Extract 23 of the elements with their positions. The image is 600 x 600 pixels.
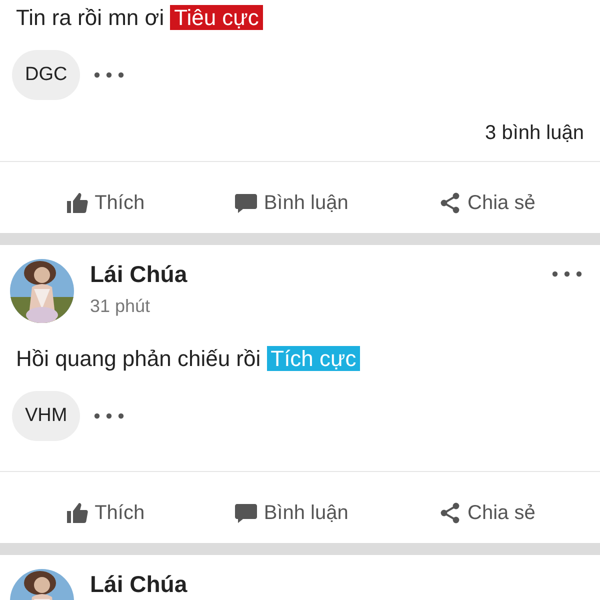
thumbs-up-icon	[64, 191, 89, 215]
post-time: 31 phút	[90, 296, 152, 317]
stock-chip[interactable]: DGC	[12, 50, 80, 100]
post-text: Hồi quang phản chiếu rồi	[16, 346, 261, 371]
sentiment-tag: Tiêu cực	[170, 5, 263, 30]
speech-bubble-icon	[234, 191, 258, 215]
share-button[interactable]: Chia sẻ	[434, 189, 540, 217]
thumbs-up-icon	[64, 501, 89, 525]
share-button[interactable]: Chia sẻ	[434, 499, 540, 527]
sentiment-tag: Tích cực	[266, 346, 360, 371]
comment-button[interactable]: Bình luận	[230, 499, 352, 527]
author-name[interactable]: Lái Chúa	[90, 261, 552, 288]
like-button[interactable]: Thích	[60, 189, 149, 217]
author-name[interactable]: Lái Chúa	[90, 571, 582, 598]
post-text: Tin ra rồi mn ơi	[16, 5, 164, 30]
comment-button[interactable]: Bình luận	[230, 189, 352, 217]
comment-count[interactable]: 3 bình luận	[485, 122, 584, 144]
more-icon[interactable]	[552, 271, 582, 277]
speech-bubble-icon	[234, 501, 258, 525]
stock-chip[interactable]: VHM	[12, 391, 80, 441]
more-icon[interactable]	[94, 413, 124, 419]
like-button[interactable]: Thích	[60, 499, 149, 527]
more-icon[interactable]	[94, 72, 124, 78]
